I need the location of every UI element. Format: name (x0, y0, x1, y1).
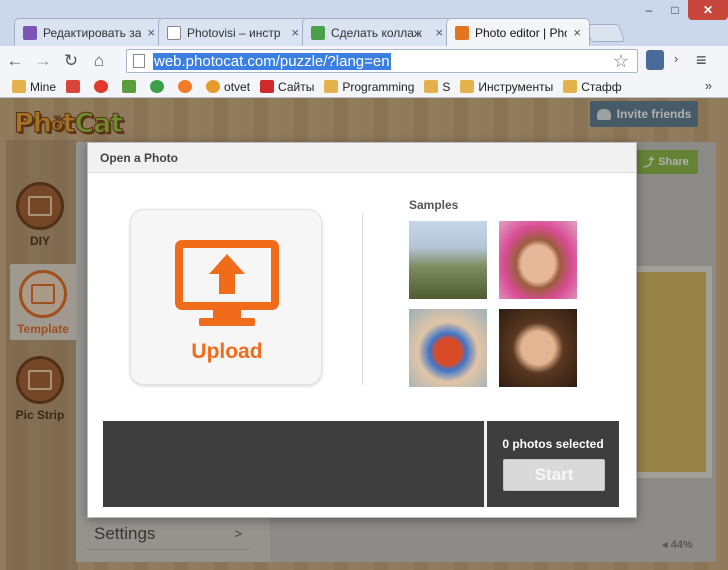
arrow-green-icon (311, 25, 325, 40)
minimize-button[interactable]: – (636, 0, 662, 20)
folder-icon (324, 80, 339, 93)
bookmark-evernote[interactable] (122, 80, 140, 93)
forward-button[interactable]: → (30, 48, 56, 74)
bookmark-tools[interactable]: Инструменты (460, 80, 553, 94)
start-button[interactable]: Start (503, 459, 605, 491)
samples-title: Samples (409, 198, 459, 212)
bookmark-label: Mine (30, 79, 57, 94)
bookmarks-bar: Mine otvet Сайты Programming S Инструмен… (0, 76, 728, 98)
upload-monitor-icon (175, 240, 279, 326)
otvet-icon (206, 80, 221, 93)
new-tab-button[interactable] (584, 24, 626, 42)
rss-icon (178, 80, 193, 93)
huawei-icon (94, 80, 109, 93)
bookmark-rss[interactable] (178, 80, 196, 93)
bookmark-label: Сайты (278, 79, 315, 94)
tab-edit[interactable]: Редактировать за × (14, 18, 164, 46)
close-icon[interactable]: × (573, 25, 581, 40)
folder-icon (563, 80, 578, 93)
selection-tray: 0 photos selected Start (103, 421, 619, 507)
tab-photo-editor[interactable]: Photo editor | Pho × (446, 18, 590, 46)
menu-icon[interactable]: ≡ (696, 50, 707, 71)
bookmark-label: Стафф (581, 79, 622, 94)
bookmark-earth[interactable] (150, 80, 168, 93)
photos-selected-count: 0 photos selected (502, 437, 604, 451)
sample-photo-girl[interactable] (499, 221, 577, 299)
k-icon (260, 80, 275, 93)
page-icon (167, 25, 181, 40)
bookmark-staff[interactable]: Стафф (563, 79, 622, 94)
bookmark-label: Programming (342, 79, 415, 94)
bookmark-label: Инструменты (478, 79, 554, 94)
bookmark-gmail[interactable] (66, 80, 84, 93)
bookmark-mine[interactable]: Mine (12, 80, 56, 94)
sample-photo-woman[interactable] (499, 309, 577, 387)
tray-divider (484, 421, 487, 507)
evernote-icon (122, 80, 137, 93)
star-icon[interactable]: ☆ (613, 51, 629, 72)
tab-collage[interactable]: Сделать коллаж × (302, 18, 452, 46)
bookmark-sites[interactable]: Сайты (260, 80, 314, 94)
bookmark-otvet[interactable]: otvet (206, 80, 250, 94)
bookmark-label: otvet (224, 79, 251, 94)
home-button[interactable]: ⌂ (86, 48, 112, 74)
folder-icon (12, 80, 26, 93)
page-icon (133, 54, 145, 68)
open-photo-dialog: Open a Photo Upload Samples 0 photos sel… (87, 142, 637, 518)
upload-label: Upload (191, 340, 263, 363)
bookmark-s[interactable]: S (424, 80, 450, 94)
back-button[interactable]: ← (2, 48, 28, 74)
sample-photo-family[interactable] (409, 221, 487, 299)
url-text[interactable]: web.photocat.com/puzzle/?lang=en (153, 52, 391, 70)
bookmarks-more-icon[interactable]: » (705, 78, 712, 93)
doc-purple-icon (23, 25, 37, 40)
upload-button[interactable]: Upload (130, 209, 322, 385)
folder-icon (424, 80, 439, 93)
close-icon[interactable]: × (291, 25, 299, 40)
folder-icon (460, 80, 475, 93)
tab-label: Сделать коллаж (331, 25, 422, 40)
earth-icon (150, 80, 165, 93)
reload-button[interactable]: ↻ (58, 48, 84, 74)
chevron-icon[interactable]: › (674, 51, 678, 66)
maximize-button[interactable]: □ (662, 0, 688, 20)
browser-titlebar: Редактировать за × Photovisi – инстр × С… (0, 0, 728, 46)
bookmark-programming[interactable]: Programming (324, 80, 414, 94)
address-bar[interactable]: web.photocat.com/puzzle/?lang=en ☆ (126, 49, 638, 73)
tab-photovisi[interactable]: Photovisi – инстр × (158, 18, 308, 46)
divider (362, 213, 363, 385)
bookmark-label: S (442, 79, 451, 94)
extension-icon[interactable] (646, 50, 664, 70)
tab-label: Photo editor | Pho (475, 25, 568, 40)
photocat-icon (455, 25, 469, 40)
tab-label: Редактировать за (43, 25, 142, 40)
close-window-button[interactable]: ✕ (688, 0, 728, 20)
browser-toolbar: ← → ↻ ⌂ web.photocat.com/puzzle/?lang=en… (0, 46, 728, 76)
sample-photo-painted-hands[interactable] (409, 309, 487, 387)
gmail-icon (66, 80, 81, 93)
close-icon[interactable]: × (435, 25, 443, 40)
tab-label: Photovisi – инстр (187, 25, 281, 40)
bookmark-huawei[interactable] (94, 80, 112, 93)
dialog-title: Open a Photo (88, 143, 636, 173)
close-icon[interactable]: × (147, 25, 155, 40)
